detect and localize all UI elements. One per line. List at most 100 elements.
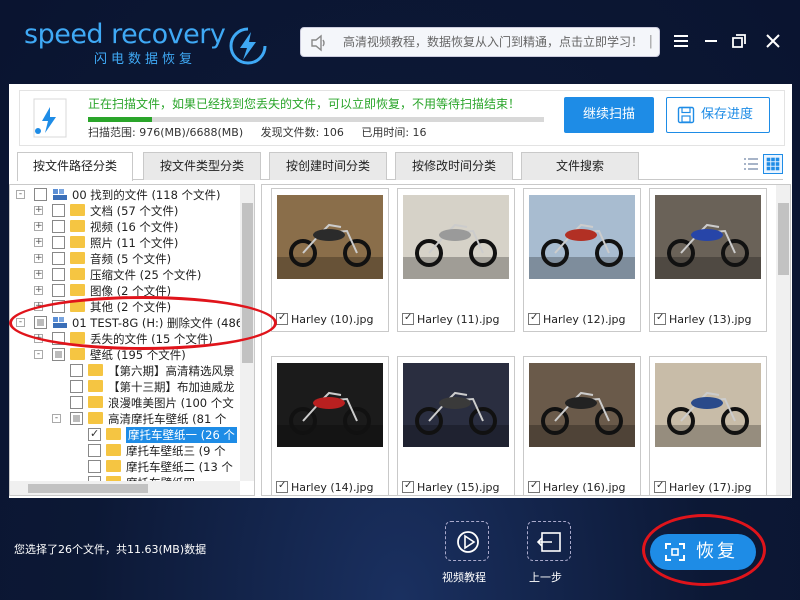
selection-status: 您选择了26个文件，共11.63(MB)数据 (14, 543, 207, 556)
expand-icon[interactable]: + (34, 270, 43, 279)
expand-icon[interactable]: + (34, 222, 43, 231)
tab-by-modified-time[interactable]: 按修改时间分类 (395, 152, 513, 180)
tutorial-banner[interactable]: 高清视频教程，数据恢复从入门到精通，点击立即学习！ | (300, 27, 660, 57)
close-icon[interactable] (762, 30, 784, 52)
grid-vertical-scroll-thumb[interactable] (778, 203, 789, 275)
folder-icon (88, 396, 103, 408)
tree-checkbox[interactable] (52, 284, 65, 297)
expand-icon[interactable]: + (34, 286, 43, 295)
tree-checkbox[interactable] (70, 396, 83, 409)
expand-icon[interactable]: + (34, 238, 43, 247)
expand-icon[interactable]: + (34, 206, 43, 215)
tab-by-path[interactable]: 按文件路径分类 (17, 152, 133, 181)
tree-horizontal-scrollbar[interactable] (10, 481, 240, 495)
main-panel: 正在扫描文件，如果已经找到您丢失的文件，可以立即恢复，不用等待扫描结束！ 扫描范… (9, 84, 792, 498)
file-card[interactable]: Harley (12).jpg (523, 188, 641, 332)
scan-range: 扫描范围: 976(MB)/6688(MB) (88, 126, 244, 139)
continue-scan-button[interactable]: 继续扫描 (564, 97, 654, 133)
folder-icon (106, 428, 121, 440)
thumbnail-image[interactable] (277, 363, 383, 447)
file-checkbox[interactable] (276, 311, 288, 325)
collapse-icon[interactable]: - (52, 414, 61, 423)
tree-checkbox[interactable] (88, 460, 101, 473)
thumbnail-image[interactable] (529, 363, 635, 447)
tree-checkbox[interactable] (88, 426, 101, 442)
folder-icon (88, 364, 103, 376)
grid-view-icon[interactable] (763, 154, 783, 174)
banner-text[interactable]: 高清视频教程，数据恢复从入门到精通，点击立即学习！ (343, 28, 643, 57)
file-card[interactable]: Harley (15).jpg (397, 356, 515, 495)
video-tutorial-button[interactable] (445, 521, 489, 561)
scan-message: 正在扫描文件，如果已经找到您丢失的文件，可以立即恢复，不用等待扫描结束！ (88, 97, 521, 111)
file-name-text: Harley (15).jpg (417, 481, 500, 494)
back-step-button[interactable] (527, 521, 571, 561)
tab-by-created-time[interactable]: 按创建时间分类 (269, 152, 387, 180)
tree-checkbox[interactable] (52, 236, 65, 249)
file-checkbox[interactable] (654, 479, 666, 493)
file-name[interactable]: Harley (13).jpg (654, 311, 751, 327)
thumbnail-image[interactable] (403, 363, 509, 447)
menu-icon[interactable] (670, 30, 692, 52)
speaker-icon (311, 34, 325, 52)
file-name[interactable]: Harley (14).jpg (276, 479, 373, 495)
thumbnail-image[interactable] (655, 195, 761, 279)
file-card[interactable]: Harley (13).jpg (649, 188, 767, 332)
collapse-icon[interactable]: - (16, 190, 25, 199)
tab-file-search[interactable]: 文件搜索 (521, 152, 639, 180)
file-checkbox[interactable] (528, 311, 540, 325)
tab-by-type[interactable]: 按文件类型分类 (143, 152, 261, 180)
motorcycle-image (403, 195, 509, 279)
file-checkbox[interactable] (654, 311, 666, 325)
file-card[interactable]: Harley (14).jpg (271, 356, 389, 495)
scan-status-bar: 正在扫描文件，如果已经找到您丢失的文件，可以立即恢复，不用等待扫描结束！ 扫描范… (19, 90, 785, 146)
play-icon (457, 531, 479, 553)
minimize-icon[interactable] (700, 30, 722, 52)
file-checkbox[interactable] (402, 311, 414, 325)
tree-checkbox[interactable] (34, 188, 47, 201)
category-tabs: 按文件路径分类 按文件类型分类 按创建时间分类 按修改时间分类 文件搜索 (17, 152, 783, 181)
file-card[interactable]: Harley (10).jpg (271, 188, 389, 332)
file-card[interactable]: Harley (16).jpg (523, 356, 641, 495)
tree-checkbox[interactable] (70, 380, 83, 393)
file-name[interactable]: Harley (10).jpg (276, 311, 373, 327)
file-name[interactable]: Harley (16).jpg (528, 479, 625, 495)
tree-checkbox[interactable] (52, 204, 65, 217)
tree-checkbox[interactable] (52, 268, 65, 281)
folder-icon (70, 204, 85, 216)
motorcycle-image (655, 363, 761, 447)
tree-checkbox[interactable] (88, 444, 101, 457)
tree-checkbox[interactable] (52, 348, 65, 361)
file-card[interactable]: Harley (11).jpg (397, 188, 515, 332)
folder-icon (70, 252, 85, 264)
tree-row-label: 摩托车壁纸一 (26 个 (126, 427, 237, 443)
file-checkbox[interactable] (528, 479, 540, 493)
collapse-icon[interactable]: - (34, 350, 43, 359)
folder-icon (70, 268, 85, 280)
tree-horizontal-scroll-thumb[interactable] (28, 484, 148, 493)
motorcycle-image (403, 363, 509, 447)
tree-checkbox[interactable] (52, 220, 65, 233)
tree-checkbox[interactable] (52, 252, 65, 265)
tree-checkbox[interactable] (70, 364, 83, 377)
expand-icon[interactable]: + (34, 254, 43, 263)
grid-vertical-scrollbar[interactable] (776, 185, 790, 495)
thumbnail-image[interactable] (655, 363, 761, 447)
file-checkbox[interactable] (402, 479, 414, 493)
thumbnail-image[interactable] (277, 195, 383, 279)
file-name[interactable]: Harley (12).jpg (528, 311, 625, 327)
maximize-icon[interactable] (728, 30, 750, 52)
video-tutorial-label: 视频教程 (442, 571, 486, 584)
folder-icon (88, 380, 103, 392)
file-checkbox[interactable] (276, 479, 288, 493)
file-name[interactable]: Harley (11).jpg (402, 311, 500, 327)
file-name-text: Harley (11).jpg (417, 313, 500, 326)
tree-checkbox[interactable] (70, 412, 83, 425)
file-card[interactable]: Harley (17).jpg (649, 356, 767, 495)
thumbnail-image[interactable] (529, 195, 635, 279)
list-view-icon[interactable] (741, 154, 761, 174)
file-name[interactable]: Harley (15).jpg (402, 479, 500, 495)
save-progress-button[interactable]: 保存进度 (666, 97, 770, 133)
folder-icon (70, 348, 85, 360)
thumbnail-image[interactable] (403, 195, 509, 279)
file-name[interactable]: Harley (17).jpg (654, 479, 751, 495)
